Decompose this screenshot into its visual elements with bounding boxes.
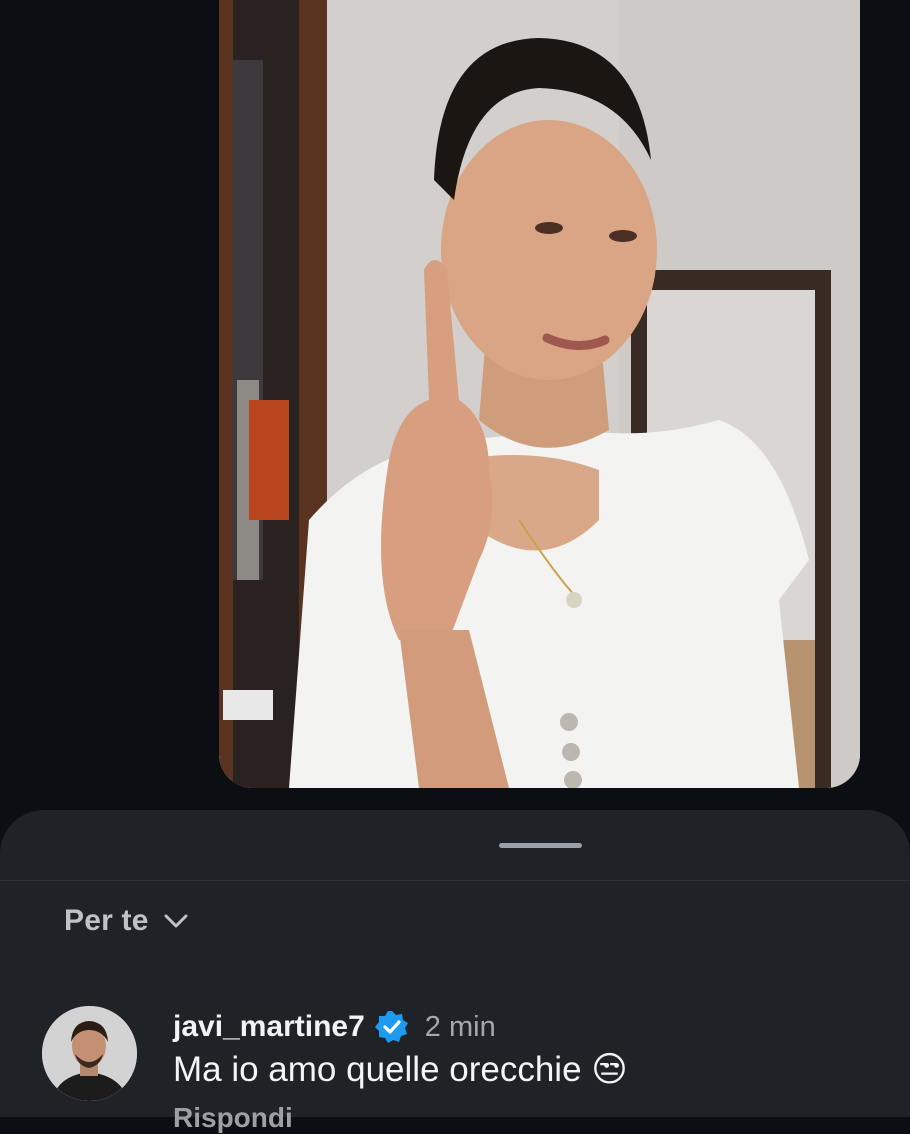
comment-sort-dropdown[interactable]: Per te — [64, 904, 189, 938]
username[interactable]: javi_martine7 — [173, 1010, 365, 1044]
video-preview[interactable] — [219, 0, 860, 788]
drag-handle[interactable] — [499, 843, 582, 848]
reply-button[interactable]: Rispondi — [173, 1102, 293, 1134]
avatar[interactable] — [42, 1006, 137, 1101]
comment-header: javi_martine7 2 min — [173, 1010, 496, 1044]
video-frame-image — [219, 0, 860, 788]
user-avatar-image — [42, 1006, 137, 1101]
comment-sort-label: Per te — [64, 904, 149, 937]
chevron-down-icon — [164, 914, 188, 928]
comment-text: Ma io amo quelle orecchie 😒 — [173, 1050, 628, 1089]
sheet-divider — [0, 880, 910, 881]
comment-timestamp: 2 min — [424, 1010, 496, 1043]
verified-badge-icon — [374, 1011, 408, 1043]
comment-item: javi_martine7 2 min Ma io amo quelle ore… — [42, 1006, 902, 1133]
comments-sheet: Per te javi_martine7 2 min Ma io amo que… — [0, 810, 910, 1133]
